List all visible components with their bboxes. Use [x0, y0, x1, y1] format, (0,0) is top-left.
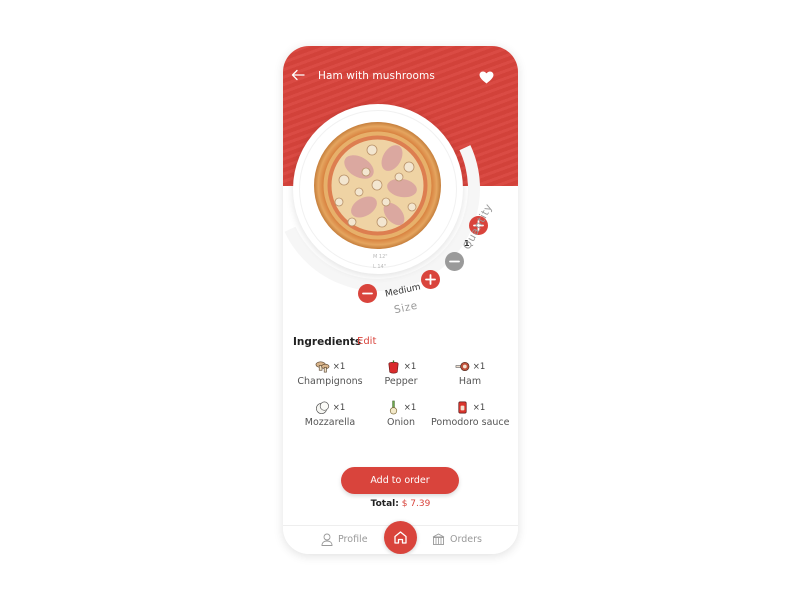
ingredient-count: ×1	[472, 402, 486, 413]
ingredient-name: Mozzarella	[304, 417, 356, 428]
ingredient-name: Pepper	[384, 376, 418, 387]
back-button[interactable]	[291, 68, 307, 84]
heart-icon	[479, 71, 494, 84]
size-label: Size	[393, 299, 419, 317]
home-icon	[394, 531, 407, 544]
size-mark-medium: M 12"	[373, 254, 388, 260]
ingredient-name: Onion	[387, 417, 415, 428]
minus-icon	[449, 260, 460, 263]
pizza-toppings	[323, 131, 432, 240]
ham-icon	[455, 361, 470, 372]
ingredient-item: ×1 Onion	[362, 399, 440, 435]
ingredients-title: Ingredients	[293, 336, 362, 348]
bell-pepper-icon	[388, 360, 399, 374]
page-title: Ham with mushrooms	[318, 70, 435, 82]
add-to-order-button[interactable]: Add to order	[341, 467, 459, 494]
ingredient-count: ×1	[332, 361, 346, 372]
order-total: Total: $ 7.39	[283, 499, 518, 509]
ingredient-count: ×1	[472, 361, 486, 372]
arrow-left-icon	[291, 69, 305, 81]
ingredient-item: ×1 Pomodoro sauce	[431, 399, 510, 435]
phone-screen: Ham with mushrooms M 12" L 14" 1 Quantit…	[283, 46, 518, 554]
size-increment-button[interactable]	[421, 270, 440, 289]
ingredient-item: ×1 Pepper	[362, 358, 440, 394]
mozzarella-icon	[315, 401, 329, 414]
ingredient-item: ×1 Ham	[431, 358, 509, 394]
nav-orders[interactable]: Orders	[432, 533, 482, 545]
favorite-button[interactable]	[479, 69, 495, 84]
nav-orders-label: Orders	[450, 533, 482, 545]
total-price: $ 7.39	[401, 499, 431, 509]
nav-home-button[interactable]	[384, 521, 417, 554]
nav-profile-label: Profile	[338, 534, 368, 545]
user-icon	[321, 533, 333, 546]
plus-icon	[425, 274, 436, 285]
size-mark-large: L 14"	[373, 264, 387, 270]
quantity-decrement-button[interactable]	[445, 252, 464, 271]
size-decrement-button[interactable]	[358, 284, 377, 303]
ingredient-item: ×1 Champignons	[291, 358, 369, 394]
nav-profile[interactable]: Profile	[321, 533, 368, 546]
sauce-bottle-icon	[458, 401, 467, 414]
minus-icon	[362, 292, 373, 295]
ingredient-count: ×1	[403, 361, 417, 372]
orders-icon	[432, 533, 445, 545]
pizza-image	[314, 122, 441, 249]
ingredient-item: ×1 Mozzarella	[291, 399, 369, 435]
pizza-plate: M 12" L 14"	[293, 104, 463, 274]
ingredient-count: ×1	[332, 402, 346, 413]
ingredients-edit-link[interactable]: Edit	[357, 336, 376, 347]
ingredient-count: ×1	[403, 402, 417, 413]
total-label: Total:	[370, 499, 399, 509]
mushroom-icon	[315, 361, 330, 373]
ingredient-name: Ham	[458, 376, 482, 387]
ingredient-name: Champignons	[297, 376, 363, 387]
ingredient-name: Pomodoro sauce	[431, 417, 510, 428]
onion-icon	[389, 400, 397, 415]
